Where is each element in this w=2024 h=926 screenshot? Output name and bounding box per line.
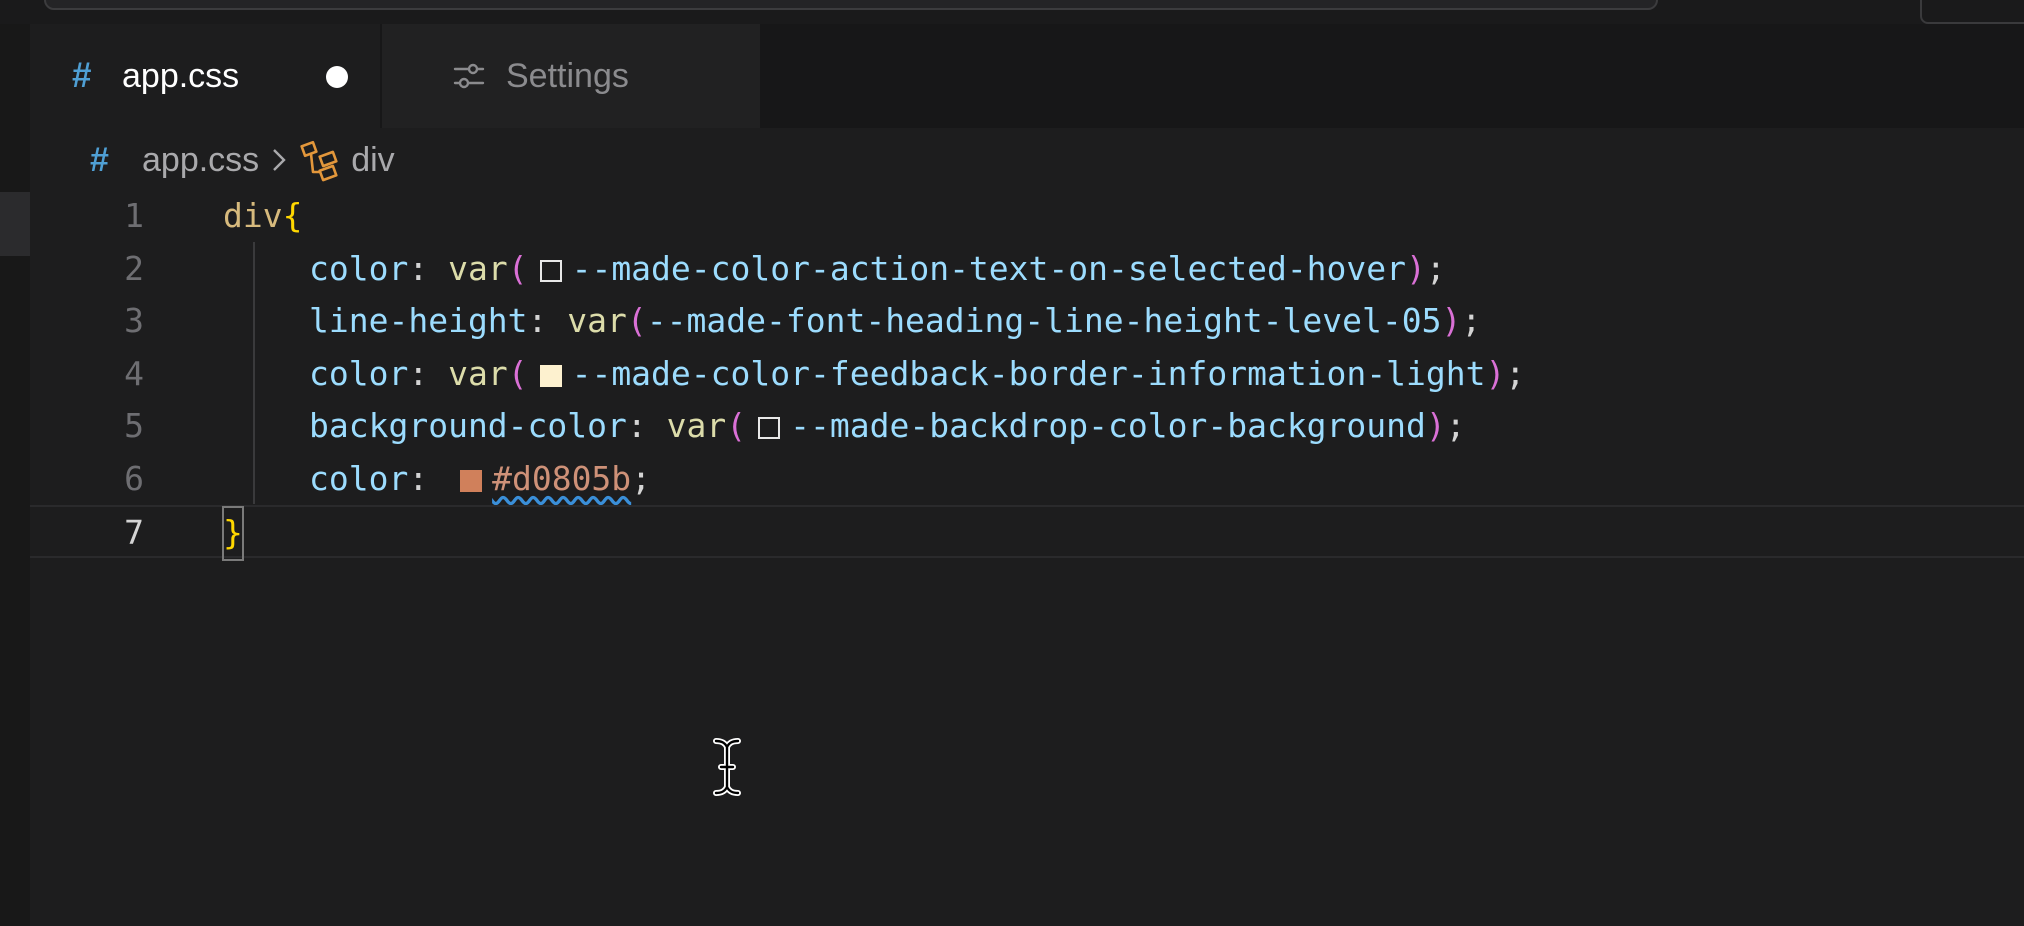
code-line[interactable]: 4 color: var(--made-color-feedback-borde… [30,348,2024,401]
chevron-right-icon [259,147,299,173]
color-swatch[interactable] [460,469,483,492]
window-title-strip [0,0,2024,24]
line-number: 1 [124,196,144,235]
breadcrumb: # app.css div [90,134,395,186]
line-number: 4 [124,353,144,393]
code-line[interactable]: 2 color: var(--made-color-action-text-on… [30,243,2024,296]
unsaved-dot-icon[interactable] [326,66,348,88]
line-number: 5 [124,406,144,445]
line-number: 2 [124,248,144,288]
hash-icon: # [90,140,109,179]
symbol-class-icon [300,140,338,182]
close-brace: } [222,506,244,561]
css-property: color [309,458,409,498]
tab-label: Settings [506,56,629,95]
code-content: color: #d0805b; [309,458,652,498]
hash-icon: # [72,56,92,95]
code-content: } [222,506,244,561]
line-number: 7 [124,513,144,552]
activity-bar [0,24,30,926]
activity-bar-active-item[interactable] [0,192,30,256]
text-cursor-icon [713,738,741,796]
css-function: var [448,353,508,393]
code-content: line-height: var(--made-font-heading-lin… [309,301,1482,340]
code-content: color: var(--made-color-action-text-on-s… [309,248,1446,288]
tab-label: app.css [122,56,240,95]
line-number: 3 [124,301,144,340]
command-center[interactable] [44,0,1658,10]
css-property: color [309,248,409,288]
breadcrumb-file[interactable]: app.css [142,141,259,180]
code-line[interactable]: 3 line-height: var(--made-font-heading-l… [30,295,2024,348]
css-variable: --made-font-heading-line-height-level-05 [646,301,1442,340]
tab-app-css[interactable]: # app.css [30,24,380,128]
code-line-current[interactable]: 7 } [30,505,2024,561]
code-line[interactable]: 1 div{ [30,190,2024,243]
css-variable: --made-backdrop-color-background [790,406,1426,445]
code-editor[interactable]: 1 div{ 2 color: var(--made-color-action-… [30,190,2024,926]
line-number: 6 [124,458,144,498]
css-variable: --made-color-action-text-on-selected-hov… [571,248,1407,288]
code-content: div{ [223,190,302,243]
color-swatch[interactable] [539,259,562,282]
code-line[interactable]: 6 color: #d0805b; [30,453,2024,506]
css-property: color [309,353,409,393]
css-variable: --made-color-feedback-border-information… [571,353,1486,393]
breadcrumb-symbol[interactable]: div [351,141,394,180]
color-swatch[interactable] [539,364,562,387]
css-function: var [666,406,727,445]
color-swatch[interactable] [758,417,781,439]
open-brace: { [282,196,303,235]
window-control-area [1920,0,2024,24]
code-content: background-color: var(--made-backdrop-co… [309,406,1466,445]
tab-settings[interactable]: Settings [382,24,760,128]
css-function: var [567,301,627,340]
tab-bar: # app.css Settings [30,24,2024,128]
code-line[interactable]: 5 background-color: var(--made-backdrop-… [30,400,2024,453]
css-property: line-height [309,301,528,340]
css-function: var [448,248,508,288]
css-selector: div [223,196,283,235]
css-property: background-color [309,406,627,445]
hex-color-value: #d0805b [492,458,632,498]
settings-sliders-icon [453,63,485,89]
code-content: color: var(--made-color-feedback-border-… [309,353,1526,393]
